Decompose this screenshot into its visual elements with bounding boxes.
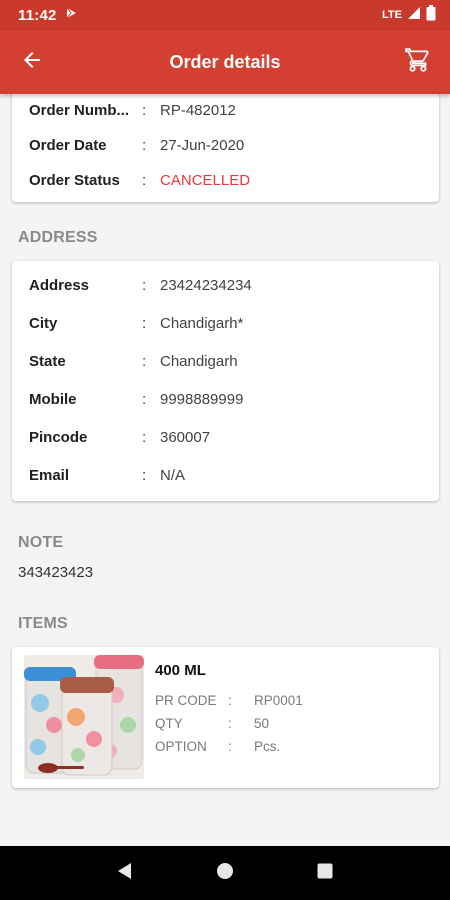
status-time: 11:42 (18, 6, 57, 24)
email-row: Email : N/A (29, 464, 429, 486)
email-value: N/A (160, 466, 186, 484)
separator: : (142, 101, 147, 119)
option-value: Pcs. (254, 738, 281, 754)
arrow-left-icon (20, 48, 44, 77)
system-nav-bar (0, 846, 450, 900)
prcode-value: RP0001 (254, 692, 303, 708)
separator: : (228, 692, 232, 708)
item-name: 400 ML (155, 662, 206, 679)
pincode-label: Pincode (29, 428, 88, 446)
state-value: Chandigarh (160, 352, 238, 370)
items-section-title: ITEMS (18, 615, 68, 632)
order-number-value: RP-482012 (160, 101, 236, 119)
order-status-row: Order Status : CANCELLED (29, 169, 429, 191)
order-info-card: Order Numb... : RP-482012 Order Date : 2… (12, 94, 439, 202)
address-value: 23424234234 (160, 276, 252, 294)
page-title: Order details (169, 51, 281, 72)
city-label: City (29, 314, 58, 332)
city-row: City : Chandigarh* (29, 312, 429, 334)
address-label: Address (29, 276, 90, 294)
order-date-value: 27-Jun-2020 (160, 136, 245, 154)
order-number-row: Order Numb... : RP-482012 (29, 99, 429, 121)
mobile-label: Mobile (29, 390, 77, 408)
circle-home-icon (216, 862, 234, 885)
separator: : (142, 136, 147, 154)
order-date-label: Order Date (29, 136, 107, 154)
separator: : (142, 171, 147, 189)
separator: : (142, 314, 147, 332)
mobile-value: 9998889999 (160, 390, 244, 408)
address-section-title: ADDRESS (18, 229, 98, 246)
pincode-row: Pincode : 360007 (29, 426, 429, 448)
address-card: Address : 23424234234 City : Chandigarh*… (12, 261, 439, 501)
order-status-label: Order Status (29, 171, 120, 189)
product-image (24, 655, 144, 779)
nav-back-button[interactable] (95, 846, 155, 900)
state-label: State (29, 352, 66, 370)
item-card[interactable]: 400 ML PR CODE : RP0001 QTY : 50 OPTION … (12, 647, 439, 788)
email-label: Email (29, 466, 70, 484)
note-text: 343423423 (18, 564, 94, 581)
separator: : (142, 276, 147, 294)
network-type: LTE (382, 9, 402, 21)
city-value: Chandigarh* (160, 314, 244, 332)
note-section-title: NOTE (18, 534, 64, 551)
prcode-label: PR CODE (155, 692, 217, 708)
item-qty-row: QTY : 50 (155, 714, 269, 732)
separator: : (142, 466, 147, 484)
state-row: State : Chandigarh (29, 350, 429, 372)
triangle-back-icon (116, 862, 134, 885)
separator: : (142, 352, 147, 370)
option-label: OPTION (155, 738, 207, 754)
battery-icon (426, 4, 436, 26)
item-prcode-row: PR CODE : RP0001 (155, 691, 303, 709)
nav-recents-button[interactable] (295, 846, 355, 900)
address-row: Address : 23424234234 (29, 274, 429, 296)
content-scroll[interactable]: Order Numb... : RP-482012 Order Date : 2… (0, 94, 450, 846)
order-date-row: Order Date : 27-Jun-2020 (29, 134, 429, 156)
separator: : (142, 428, 147, 446)
status-bar: 11:42 LTE (0, 0, 450, 30)
order-status-value: CANCELLED (160, 171, 251, 189)
pincode-value: 360007 (160, 428, 211, 446)
qty-value: 50 (254, 715, 270, 731)
play-icon (65, 6, 77, 24)
separator: : (228, 715, 232, 731)
cart-icon (405, 47, 431, 78)
square-recents-icon (316, 862, 334, 885)
nav-home-button[interactable] (195, 846, 255, 900)
cart-button[interactable] (386, 30, 450, 94)
item-option-row: OPTION : Pcs. (155, 737, 280, 755)
order-number-label: Order Numb... (29, 101, 130, 119)
app-bar: Order details (0, 30, 450, 94)
signal-icon (407, 6, 421, 25)
qty-label: QTY (155, 715, 183, 731)
separator: : (142, 390, 147, 408)
separator: : (228, 738, 232, 754)
mobile-row: Mobile : 9998889999 (29, 388, 429, 410)
back-button[interactable] (0, 30, 64, 94)
